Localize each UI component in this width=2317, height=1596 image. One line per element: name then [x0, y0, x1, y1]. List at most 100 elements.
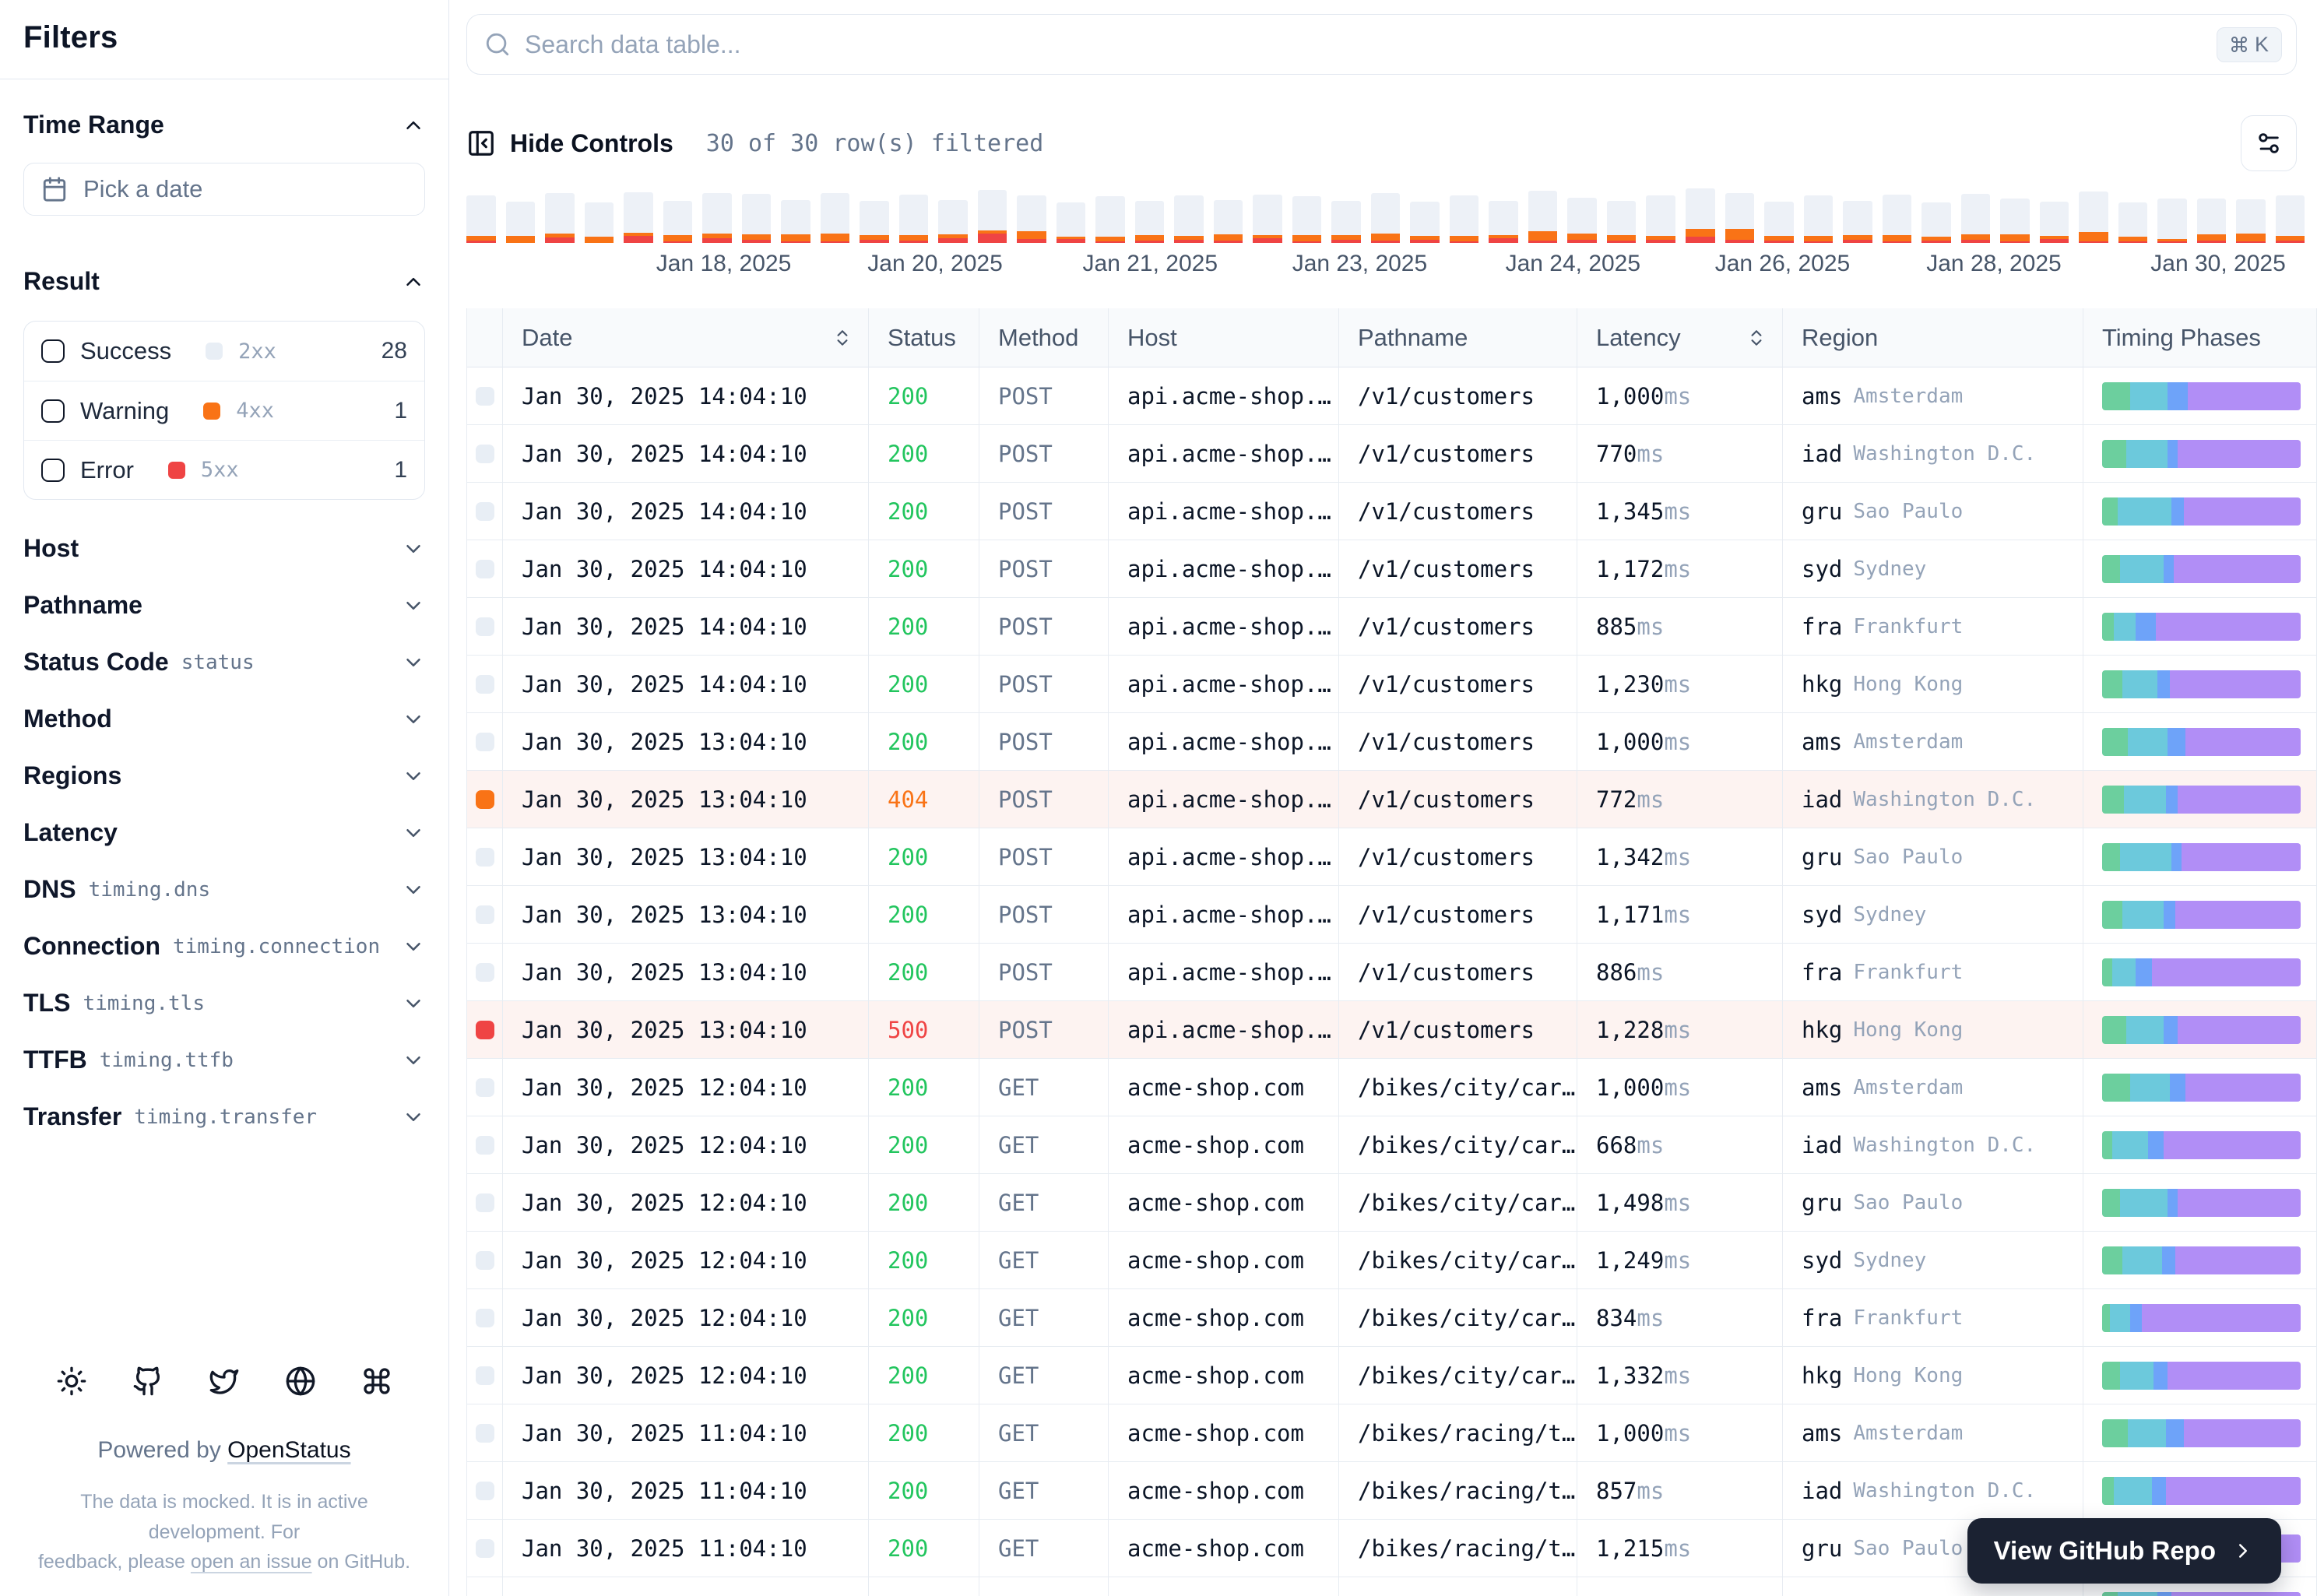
cell-select[interactable]: [467, 1059, 503, 1116]
cell-select[interactable]: [467, 425, 503, 483]
cell-select[interactable]: [467, 540, 503, 598]
hide-controls-button[interactable]: Hide Controls: [466, 128, 673, 158]
histogram-bar[interactable]: [977, 190, 1007, 243]
filter-section-status-code[interactable]: Status Code status: [23, 634, 425, 691]
histogram-bar[interactable]: [1606, 201, 1637, 243]
histogram-bar[interactable]: [1960, 194, 1991, 243]
histogram-bar[interactable]: [2157, 199, 2187, 243]
histogram-bar[interactable]: [2079, 192, 2108, 243]
histogram-bar[interactable]: [505, 202, 536, 243]
column-header-host[interactable]: Host: [1109, 308, 1339, 367]
histogram-bar[interactable]: [545, 193, 575, 243]
filter-section-connection[interactable]: Connection timing.connection: [23, 918, 425, 975]
cell-select[interactable]: [467, 944, 503, 1001]
sort-icon[interactable]: [832, 328, 853, 348]
cell-select[interactable]: [467, 771, 503, 828]
histogram-bar[interactable]: [1134, 201, 1165, 243]
histogram-bar[interactable]: [1095, 196, 1125, 243]
column-header-method[interactable]: Method: [979, 308, 1109, 367]
filter-section-transfer[interactable]: Transfer timing.transfer: [23, 1088, 425, 1145]
histogram-bar[interactable]: [2118, 202, 2148, 243]
cell-select[interactable]: [467, 713, 503, 771]
cell-select[interactable]: [467, 483, 503, 540]
table-row[interactable]: Jan 30, 2025 11:04:10 200 GET acme-shop.…: [467, 1404, 2317, 1462]
table-row[interactable]: Jan 30, 2025 11:04:10 200 GET acme-shop.…: [467, 1462, 2317, 1520]
table-row[interactable]: Jan 30, 2025 12:04:10 200 GET acme-shop.…: [467, 1059, 2317, 1116]
twitter-button[interactable]: [209, 1366, 240, 1397]
histogram-bar[interactable]: [663, 201, 693, 243]
globe-button[interactable]: [285, 1366, 316, 1397]
cell-select[interactable]: [467, 1116, 503, 1174]
result-section-header[interactable]: Result: [23, 267, 425, 296]
histogram-bar[interactable]: [2275, 195, 2305, 243]
histogram-bar[interactable]: [1253, 195, 1282, 243]
histogram-bar[interactable]: [1567, 198, 1597, 243]
cell-select[interactable]: [467, 367, 503, 425]
checkbox[interactable]: [41, 339, 65, 363]
theme-toggle-button[interactable]: [56, 1366, 87, 1397]
table-row[interactable]: Jan 30, 2025 14:04:10 200 POST api.acme-…: [467, 483, 2317, 540]
table-row[interactable]: Jan 30, 2025 12:04:10 200 GET acme-shop.…: [467, 1289, 2317, 1347]
cell-select[interactable]: [467, 1462, 503, 1520]
histogram-bar[interactable]: [2000, 199, 2030, 243]
result-option-warning[interactable]: Warning 4xx 1: [24, 381, 424, 440]
histogram-bar[interactable]: [820, 193, 850, 243]
table-row[interactable]: Jan 30, 2025 14:04:10 200 POST api.acme-…: [467, 425, 2317, 483]
histogram-bar[interactable]: [1449, 195, 1479, 243]
histogram-bar[interactable]: [1370, 193, 1401, 243]
histogram-bar[interactable]: [1764, 202, 1794, 243]
checkbox[interactable]: [41, 458, 65, 482]
view-settings-button[interactable]: [2241, 115, 2297, 171]
time-range-section-header[interactable]: Time Range: [23, 111, 425, 139]
command-menu-button[interactable]: [361, 1366, 392, 1397]
cell-select[interactable]: [467, 828, 503, 886]
histogram-bar[interactable]: [741, 194, 772, 243]
histogram-bar[interactable]: [1056, 202, 1086, 243]
histogram-bar[interactable]: [1292, 196, 1322, 243]
cell-select[interactable]: [467, 886, 503, 944]
table-row[interactable]: Jan 30, 2025 13:04:10 500 POST api.acme-…: [467, 1001, 2317, 1059]
cell-select[interactable]: [467, 1289, 503, 1347]
cell-select[interactable]: [467, 1577, 503, 1596]
histogram-bar[interactable]: [2039, 202, 2069, 243]
histogram-bar[interactable]: [1528, 191, 1558, 243]
column-header-latency[interactable]: Latency: [1577, 308, 1783, 367]
table-row[interactable]: Jan 30, 2025 12:04:10 200 GET acme-shop.…: [467, 1116, 2317, 1174]
histogram-bar[interactable]: [2236, 199, 2266, 243]
histogram-bar[interactable]: [624, 192, 653, 243]
histogram-bar[interactable]: [1882, 195, 1912, 243]
column-header-date[interactable]: Date: [503, 308, 869, 367]
histogram-bar[interactable]: [1213, 200, 1243, 243]
histogram-bar[interactable]: [1017, 195, 1046, 243]
table-row[interactable]: Jan 30, 2025 12:04:10 200 GET acme-shop.…: [467, 1174, 2317, 1232]
histogram-bar[interactable]: [466, 195, 496, 243]
histogram-bar[interactable]: [1921, 202, 1951, 243]
cell-select[interactable]: [467, 1347, 503, 1404]
table-row[interactable]: Jan 30, 2025 14:04:10 200 POST api.acme-…: [467, 656, 2317, 713]
table-row[interactable]: Jan 30, 2025 12:04:10 200 GET acme-shop.…: [467, 1232, 2317, 1289]
cell-select[interactable]: [467, 1001, 503, 1059]
table-row[interactable]: Jan 30, 2025 13:04:10 200 POST api.acme-…: [467, 886, 2317, 944]
cell-select[interactable]: [467, 656, 503, 713]
histogram-bar[interactable]: [1489, 201, 1518, 243]
filter-section-host[interactable]: Host: [23, 520, 425, 577]
filter-section-pathname[interactable]: Pathname: [23, 577, 425, 634]
cell-select[interactable]: [467, 1520, 503, 1577]
cell-select[interactable]: [467, 1232, 503, 1289]
table-row[interactable]: Jan 30, 2025 13:04:10 200 POST api.acme-…: [467, 828, 2317, 886]
cell-select[interactable]: [467, 598, 503, 656]
histogram-bar[interactable]: [938, 200, 968, 243]
filter-section-dns[interactable]: DNS timing.dns: [23, 861, 425, 918]
histogram-bar[interactable]: [1646, 195, 1675, 243]
histogram-bar[interactable]: [2196, 199, 2227, 243]
column-header-timing[interactable]: Timing Phases: [2083, 308, 2317, 367]
table-row[interactable]: Jan 30, 2025 13:04:10 404 POST api.acme-…: [467, 771, 2317, 828]
table-row[interactable]: Jan 30, 2025 14:04:10 200 POST api.acme-…: [467, 367, 2317, 425]
histogram-bar[interactable]: [584, 202, 614, 243]
table-row[interactable]: Jan 30, 2025 12:04:10 200 GET acme-shop.…: [467, 1347, 2317, 1404]
histogram-bar[interactable]: [860, 201, 889, 243]
histogram-bar[interactable]: [1174, 195, 1204, 243]
openstatus-link[interactable]: OpenStatus: [227, 1437, 350, 1463]
filter-section-method[interactable]: Method: [23, 691, 425, 747]
result-option-error[interactable]: Error 5xx 1: [24, 440, 424, 499]
